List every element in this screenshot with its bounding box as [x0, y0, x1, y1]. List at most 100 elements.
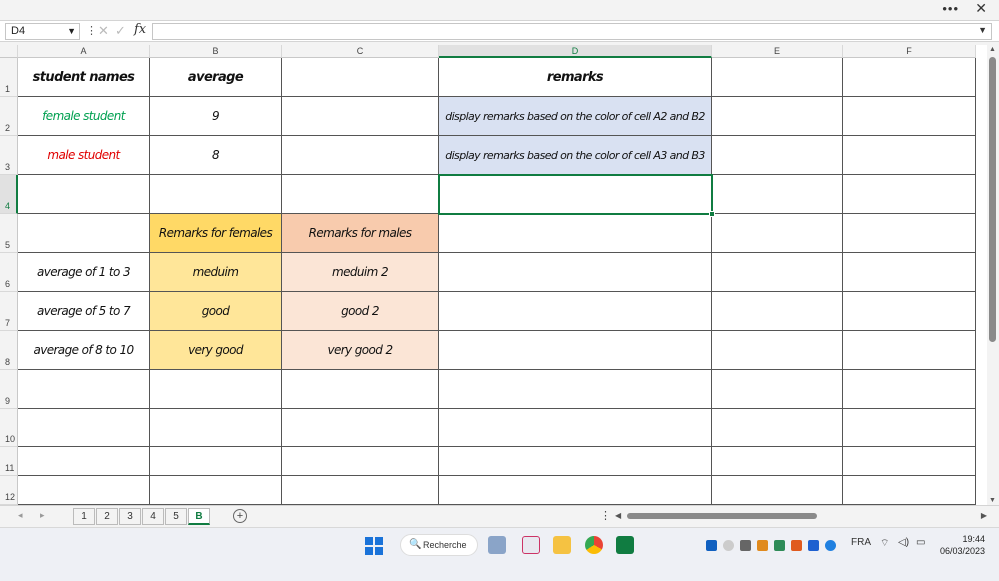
spreadsheet-grid[interactable]: A B C D E F 1 2 3 4 5 6 7 8 9 10 11 12 s…	[0, 45, 987, 505]
cell-a4[interactable]	[18, 175, 150, 214]
bluetooth-icon[interactable]	[808, 540, 819, 551]
cell-a11[interactable]	[18, 447, 150, 476]
column-header-a[interactable]: A	[18, 45, 150, 58]
cell-e11[interactable]	[712, 447, 843, 476]
row-header-10[interactable]: 10	[0, 409, 18, 447]
cell-d10[interactable]	[439, 409, 712, 447]
cell-e6[interactable]	[712, 253, 843, 292]
cell-d11[interactable]	[439, 447, 712, 476]
row-header-12[interactable]: 12	[0, 476, 18, 505]
cell-f2[interactable]	[843, 97, 976, 136]
cell-f7[interactable]	[843, 292, 976, 331]
cell-f9[interactable]	[843, 370, 976, 409]
excel-icon[interactable]	[616, 536, 634, 554]
windows-icon[interactable]	[365, 537, 383, 555]
scroll-up-icon[interactable]: ▲	[989, 46, 996, 53]
cell-d9[interactable]	[439, 370, 712, 409]
cell-c11[interactable]	[282, 447, 439, 476]
cell-a8[interactable]: average of 8 to 10	[18, 331, 150, 370]
cell-f3[interactable]	[843, 136, 976, 175]
cell-c8[interactable]: very good 2	[282, 331, 439, 370]
cell-a12[interactable]	[18, 476, 150, 505]
cell-a9[interactable]	[18, 370, 150, 409]
cell-e12[interactable]	[712, 476, 843, 505]
sheet-tab-2[interactable]: 2	[96, 508, 118, 525]
cell-b2[interactable]: 9	[150, 97, 282, 136]
sheet-tab-4[interactable]: 4	[142, 508, 164, 525]
cell-c3[interactable]	[282, 136, 439, 175]
cell-b12[interactable]	[150, 476, 282, 505]
insert-function-icon[interactable]: fx	[134, 22, 146, 37]
sheet-tab-5[interactable]: 5	[165, 508, 187, 525]
cell-d7[interactable]	[439, 292, 712, 331]
cell-a7[interactable]: average of 5 to 7	[18, 292, 150, 331]
cell-b11[interactable]	[150, 447, 282, 476]
battery-icon[interactable]: ▭	[916, 537, 925, 548]
cell-c7[interactable]: good 2	[282, 292, 439, 331]
row-header-2[interactable]: 2	[0, 97, 18, 136]
cloud-icon[interactable]	[723, 540, 734, 551]
cell-e2[interactable]	[712, 97, 843, 136]
horizontal-scrollbar[interactable]: ◀ ▶	[615, 511, 987, 521]
column-header-b[interactable]: B	[150, 45, 282, 58]
cell-c1[interactable]	[282, 58, 439, 97]
column-header-d[interactable]: D	[439, 45, 712, 58]
cell-c6[interactable]: meduim 2	[282, 253, 439, 292]
select-all-corner[interactable]	[0, 45, 18, 58]
scroll-down-icon[interactable]: ▼	[989, 497, 996, 504]
chevron-down-icon[interactable]: ▼	[67, 24, 76, 39]
cell-d2[interactable]: display remarks based on the color of ce…	[439, 97, 712, 136]
cell-f10[interactable]	[843, 409, 976, 447]
row-header-6[interactable]: 6	[0, 253, 18, 292]
cell-c10[interactable]	[282, 409, 439, 447]
row-header-7[interactable]: 7	[0, 292, 18, 331]
cell-d8[interactable]	[439, 331, 712, 370]
cell-c2[interactable]	[282, 97, 439, 136]
more-options-icon[interactable]: •••	[942, 1, 959, 16]
cell-b1[interactable]: average	[150, 58, 282, 97]
cell-e10[interactable]	[712, 409, 843, 447]
cell-b3[interactable]: 8	[150, 136, 282, 175]
cell-f5[interactable]	[843, 214, 976, 253]
formula-input[interactable]: ▼	[152, 23, 992, 40]
cell-d6[interactable]	[439, 253, 712, 292]
cell-e1[interactable]	[712, 58, 843, 97]
vertical-scroll-thumb[interactable]	[989, 57, 996, 342]
vertical-scrollbar[interactable]: ▲ ▼	[987, 45, 999, 505]
cell-a6[interactable]: average of 1 to 3	[18, 253, 150, 292]
sheet-tab-1[interactable]: 1	[73, 508, 95, 525]
cell-d1[interactable]: remarks	[439, 58, 712, 97]
cell-a10[interactable]	[18, 409, 150, 447]
close-icon[interactable]: ✕	[975, 0, 987, 17]
cell-e4[interactable]	[712, 175, 843, 214]
sheet-tab-3[interactable]: 3	[119, 508, 141, 525]
prev-sheet-icon[interactable]: ◂	[18, 510, 23, 521]
cell-f6[interactable]	[843, 253, 976, 292]
cell-d5[interactable]	[439, 214, 712, 253]
cancel-icon[interactable]: ✕	[98, 23, 109, 39]
cell-e8[interactable]	[712, 331, 843, 370]
wifi-icon[interactable]: ⌔	[880, 537, 889, 550]
scroll-left-icon[interactable]: ◀	[615, 511, 621, 520]
row-header-1[interactable]: 1	[0, 58, 18, 97]
cell-b10[interactable]	[150, 409, 282, 447]
row-header-5[interactable]: 5	[0, 214, 18, 253]
column-header-f[interactable]: F	[843, 45, 976, 58]
tab-split-handle-icon[interactable]: ⋮	[600, 509, 611, 522]
taskbar-search[interactable]: 🔍 Recherche	[400, 534, 478, 556]
cell-b5[interactable]: Remarks for females	[150, 214, 282, 253]
sheet-tab-b[interactable]: B	[188, 508, 210, 525]
volume-icon[interactable]: ◁)	[898, 537, 909, 548]
cell-d4[interactable]	[439, 175, 712, 214]
cell-a1[interactable]: student names	[18, 58, 150, 97]
next-sheet-icon[interactable]: ▸	[40, 510, 45, 521]
horizontal-scroll-thumb[interactable]	[627, 513, 817, 519]
cell-b6[interactable]: meduim	[150, 253, 282, 292]
chrome-icon[interactable]	[585, 536, 603, 554]
row-header-4[interactable]: 4	[0, 175, 18, 214]
cell-b8[interactable]: very good	[150, 331, 282, 370]
cell-f11[interactable]	[843, 447, 976, 476]
app-icon[interactable]	[774, 540, 785, 551]
cell-c4[interactable]	[282, 175, 439, 214]
system-clock[interactable]: 19:44 06/03/2023	[940, 533, 985, 557]
